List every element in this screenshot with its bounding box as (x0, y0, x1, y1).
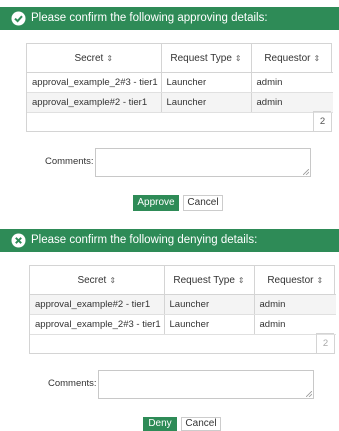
cell-request-type: Launcher (161, 72, 252, 93)
resize-grip-icon[interactable] (306, 391, 312, 397)
table-row[interactable]: approval_example_2#3 - tier1 Launcher ad… (27, 72, 333, 93)
resize-grip-icon[interactable] (303, 169, 309, 175)
deny-table-container: Secret ⇕ Request Type ⇕ Requestor ⇕ approva… (29, 265, 336, 354)
comments-label: Comments: (48, 378, 97, 389)
approve-table-container: Secret ⇕ Request Type ⇕ Requestor ⇕ approva… (26, 43, 333, 132)
approve-title: Please confirm the following approving d… (31, 12, 268, 24)
sort-icon[interactable]: ⇕ (316, 276, 323, 285)
sort-icon[interactable]: ⇕ (106, 54, 113, 63)
cell-requestor: admin (251, 92, 333, 113)
x-circle-icon (11, 233, 26, 248)
table-header-row: Secret ⇕ Request Type ⇕ Requestor ⇕ (30, 266, 336, 295)
page-number-button[interactable]: 2 (316, 333, 334, 353)
deny-table: Secret ⇕ Request Type ⇕ Requestor ⇕ approva… (30, 266, 336, 335)
deny-banner: Please confirm the following denying det… (0, 229, 339, 252)
cell-request-type: Launcher (164, 314, 255, 335)
cell-secret: approval_example_2#3 - tier1 (30, 314, 165, 335)
table-row[interactable]: approval_example#2 - tier1 Launcher admi… (27, 92, 333, 113)
deny-dialog: Please confirm the following denying det… (0, 222, 339, 431)
column-header-request-type[interactable]: Request Type ⇕ (164, 266, 255, 295)
cell-request-type: Launcher (161, 92, 252, 113)
cell-requestor: admin (254, 294, 336, 315)
deny-title: Please confirm the following denying det… (31, 234, 258, 246)
column-header-requestor[interactable]: Requestor ⇕ (254, 266, 336, 295)
cell-secret: approval_example#2 - tier1 (27, 92, 162, 113)
table-row[interactable]: approval_example_2#3 - tier1 Launcher ad… (30, 314, 336, 335)
approve-dialog: Please confirm the following approving d… (0, 0, 339, 215)
sort-icon[interactable]: ⇕ (238, 276, 245, 285)
check-circle-icon (11, 11, 26, 26)
column-header-requestor[interactable]: Requestor ⇕ (251, 44, 333, 73)
sort-icon[interactable]: ⇕ (235, 54, 242, 63)
cell-secret: approval_example_2#3 - tier1 (27, 72, 162, 93)
column-header-secret[interactable]: Secret ⇕ (27, 44, 162, 73)
cell-request-type: Launcher (164, 294, 255, 315)
page-number-button[interactable]: 2 (313, 111, 331, 131)
cell-requestor: admin (251, 72, 333, 93)
approve-table: Secret ⇕ Request Type ⇕ Requestor ⇕ approva… (27, 44, 333, 113)
cell-requestor: admin (254, 314, 336, 335)
approve-banner: Please confirm the following approving d… (0, 7, 339, 30)
cancel-button[interactable]: Cancel (183, 195, 223, 211)
sort-icon[interactable]: ⇕ (109, 276, 116, 285)
table-row[interactable]: approval_example#2 - tier1 Launcher admi… (30, 294, 336, 315)
approve-button[interactable]: Approve (133, 195, 179, 211)
column-header-secret[interactable]: Secret ⇕ (30, 266, 165, 295)
sort-icon[interactable]: ⇕ (313, 54, 320, 63)
comments-textarea[interactable] (95, 148, 311, 177)
comments-label: Comments: (45, 156, 94, 167)
column-header-request-type[interactable]: Request Type ⇕ (161, 44, 252, 73)
table-header-row: Secret ⇕ Request Type ⇕ Requestor ⇕ (27, 44, 333, 73)
comments-textarea[interactable] (98, 370, 314, 399)
cell-secret: approval_example#2 - tier1 (30, 294, 165, 315)
